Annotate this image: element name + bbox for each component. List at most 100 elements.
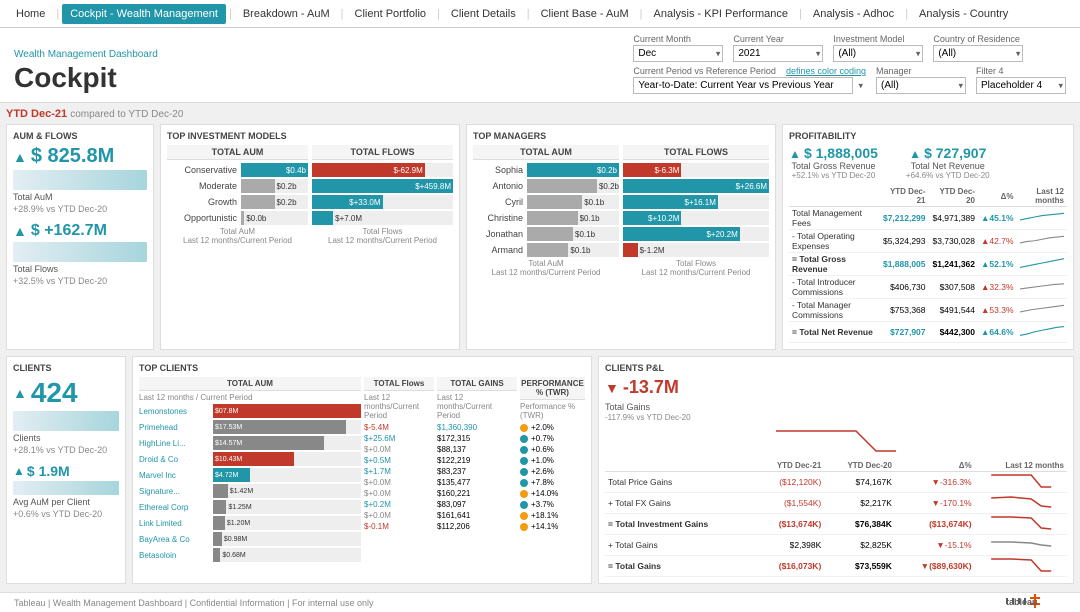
aum-flows-title: AuM & FLOWS [13,131,147,141]
total-gains-label: Total Gains [605,402,1067,412]
bottom-row: CLIENTS ▲ 424 Clients +28.1% vs YTD Dec-… [6,356,1074,584]
table-row: Total Management Fees $7,212,299 $4,971,… [789,207,1067,230]
tc-beta: Betasoloin $0.68M [139,548,361,562]
tc-flows-title: TOTAL Flows [364,377,434,391]
country-wrapper[interactable]: (All) [933,45,1023,62]
table-row: = Total Gains ($16,073K) $73,559K ▼($89,… [605,556,1067,577]
inv-aum-row-2: Growth $0.2b [167,195,308,209]
tc-link: Link Limited $1.20M [139,516,361,530]
nav-client-base[interactable]: Client Base - AuM [533,4,637,24]
tc-gains-col: TOTAL GAINS Last 12 months/Current Perio… [437,377,517,564]
header-filters: Current Month Dec Current Year 2021 [633,34,1066,94]
profitability-title: PROFITABILITY [789,131,1067,141]
manager-select[interactable]: (All) [876,77,966,94]
gross-revenue-value: $ 1,888,005 [804,145,878,161]
tc-flows-col: TOTAL Flows Last 12 months/Current Perio… [364,377,434,564]
ytd-label: YTD Dec-21 [6,108,67,120]
mgr-aum-title: TOTAL AUM [473,145,619,160]
header-left: Wealth Management Dashboard Cockpit [14,49,158,94]
top-clients-panel: TOP CLIENTS TOTAL AUM Last 12 months / C… [132,356,592,584]
clients-change: +28.1% vs YTD Dec-20 [13,445,119,455]
inv-flows-title: TOTAL FLOWS [312,145,453,160]
manager-wrapper[interactable]: (All) [876,77,966,94]
total-gains-down-icon: ▼ [605,380,619,396]
clients-count-row: ▲ 424 [13,377,119,409]
total-flows-block: ▲ $ +162.7M Total Flows +32.5% vs YTD De… [13,222,147,286]
mgr-aum-sophia: Sophia $0.2b [473,163,619,177]
mgr-flows-armand: $-1.2M [623,243,769,257]
filter4-wrapper[interactable]: Placeholder 4 [976,77,1066,94]
current-month-select[interactable]: Dec [633,45,723,62]
table-row: - Total Manager Commissions $753,368 $49… [789,299,1067,322]
period-wrapper[interactable]: Year-to-Date: Current Year vs Previous Y… [633,77,866,94]
nav-breakdown[interactable]: Breakdown - AuM [235,4,338,24]
header: Wealth Management Dashboard Cockpit Curr… [0,28,1080,103]
gross-up-icon: ▲ [789,147,801,161]
inv-aum-row-1: Moderate $0.2b [167,179,308,193]
mgr-aum-armand: Armand $0.1b [473,243,619,257]
tc-marvel: Marvel Inc $4.72M [139,468,361,482]
mgr-flows-cyril: $+16.1M [623,195,769,209]
nav-cockpit[interactable]: Cockpit - Wealth Management [62,4,226,24]
current-year-wrapper[interactable]: 2021 [733,45,823,62]
inv-aum-sub: TOTAL AUM Conservative $0.4b Moderate $0… [167,145,308,245]
inv-flows-sub: TOTAL FLOWS $-62.9M $+459.8M $+33.0M [312,145,453,245]
total-gains-row: ▼ -13.7M [605,377,1067,398]
inv-flows-row-3: $+7.0M [312,211,453,225]
mgr-aum-sub: TOTAL AUM Sophia $0.2b Antonio $0.2b [473,145,619,277]
tc-lemon: Lemonstones $07.8M [139,404,361,418]
current-month-wrapper[interactable]: Dec [633,45,723,62]
compared-label: compared to YTD Dec-20 [70,109,183,120]
table-row: - Total Introducer Commissions $406,730 … [789,276,1067,299]
gross-revenue-metric: ▲ $ 1,888,005 Total Gross Revenue +52.1%… [789,145,878,180]
tc-sig: Signature... $1.42M [139,484,361,498]
subtitle: Wealth Management Dashboard [14,49,158,60]
mgr-flows-jonathan: $+20.2M [623,227,769,241]
gains-mini-chart [605,426,1067,456]
investment-model-wrapper[interactable]: (All) [833,45,923,62]
mgr-flows-title: TOTAL FLOWS [623,145,769,160]
nav-analysis-country[interactable]: Analysis - Country [911,4,1016,24]
profitability-panel: PROFITABILITY ▲ $ 1,888,005 Total Gross … [782,124,1074,350]
nav-analysis-adhoc[interactable]: Analysis - Adhoc [805,4,902,24]
tc-bay: BayArea & Co $0.98M [139,532,361,546]
inv-flows-row-1: $+459.8M [312,179,453,193]
profitability-table: YTD Dec-21 YTD Dec-20 Δ% Last 12 months … [789,186,1067,343]
country-select[interactable]: (All) [933,45,1023,62]
filter-row-1: Current Month Dec Current Year 2021 [633,34,1066,62]
table-row: = Total Investment Gains ($13,674K) $76,… [605,514,1067,535]
avg-aum-chart [13,481,119,495]
mgr-flows-sophia: $-6.3M [623,163,769,177]
period-select[interactable]: Year-to-Date: Current Year vs Previous Y… [633,77,853,94]
clients-mini-chart [13,411,119,431]
filter-investment-model: Investment Model (All) [833,34,923,62]
tc-prime: Primehead $17.53M [139,420,361,434]
inv-flows-row-2: $+33.0M [312,195,453,209]
nav-analysis-kpi[interactable]: Analysis - KPI Performance [646,4,797,24]
svg-text:tableau: tableau [1006,597,1038,607]
total-gains-value: -13.7M [623,377,679,398]
inv-aum-row-3: Opportunistic $0.0b [167,211,308,225]
table-row: - Total Operating Expenses $5,324,293 $3… [789,230,1067,253]
net-up-icon: ▲ [909,147,921,161]
net-revenue-label: Total Net Revenue [906,161,990,171]
top-managers-panel: TOP MANAGERS TOTAL AUM Sophia $0.2b Anto… [466,124,776,350]
avg-aum-block: ▲ $ 1.9M Avg AuM per Client +0.6% vs YTD… [13,463,119,519]
avg-aum-change: +0.6% vs YTD Dec-20 [13,509,119,519]
clients-pnl-table: YTD Dec-21 YTD Dec-20 Δ% Last 12 months … [605,460,1067,577]
mgr-aum-jonathan: Jonathan $0.1b [473,227,619,241]
nav-bar: Home | Cockpit - Wealth Management | Bre… [0,0,1080,28]
filter-manager: Manager (All) [876,66,966,94]
nav-client-portfolio[interactable]: Client Portfolio [347,4,435,24]
clients-pnl-panel: CLIENTS P&L ▼ -13.7M Total Gains -117.9%… [598,356,1074,584]
current-year-select[interactable]: 2021 [733,45,823,62]
nav-client-details[interactable]: Client Details [443,4,524,24]
filter-period: Current Period vs Reference Period defin… [633,66,866,94]
filter4-select[interactable]: Placeholder 4 [976,77,1066,94]
investment-model-select[interactable]: (All) [833,45,923,62]
filter-current-month: Current Month Dec [633,34,723,62]
inv-aum-row-0: Conservative $0.4b [167,163,308,177]
total-aum-label: Total AuM [13,192,147,202]
flows-mini-chart [13,242,147,262]
nav-home[interactable]: Home [8,4,53,24]
